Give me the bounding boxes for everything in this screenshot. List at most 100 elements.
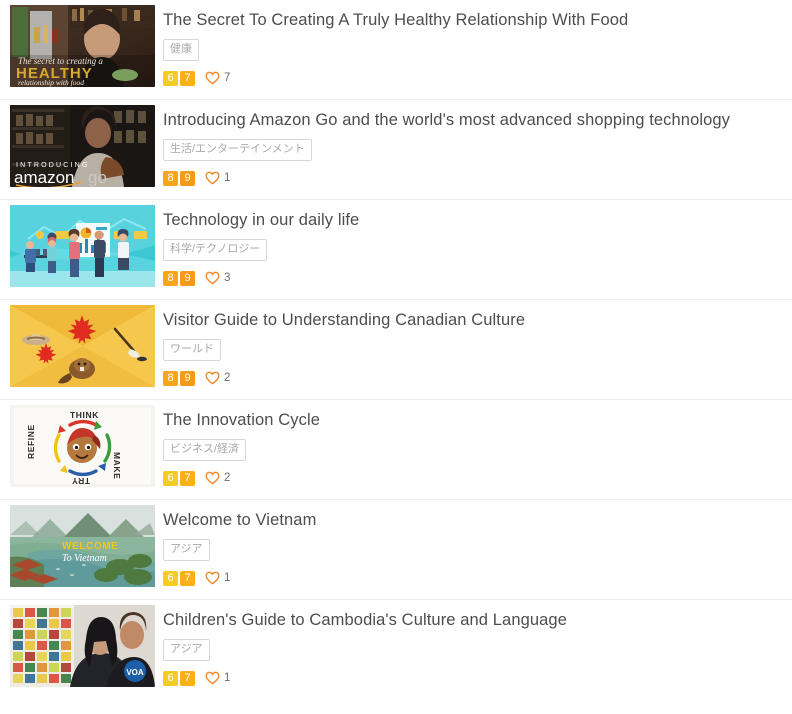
video-list-item[interactable]: INTRODUCING amazon go Introducing Amazon… <box>0 100 792 200</box>
heart-outline-icon <box>205 271 220 285</box>
score-badge-right: 7 <box>180 470 195 486</box>
category-tag[interactable]: ワールド <box>163 339 221 361</box>
video-meta: The Innovation Cycle ビジネス/経済 6 7 2 <box>163 405 792 486</box>
thumbnail-image[interactable] <box>10 305 155 387</box>
stats-row: 6 7 2 <box>163 470 792 486</box>
svg-text:To Vietnam: To Vietnam <box>62 553 107 564</box>
thumbnail-image[interactable]: THINK MAKE TRY REFINE <box>10 405 155 487</box>
heart-outline-icon <box>205 471 220 485</box>
thumbnail-image[interactable]: WELCOME To Vietnam <box>10 505 155 587</box>
video-list-item[interactable]: THINK MAKE TRY REFINE The Innovation Cyc… <box>0 400 792 500</box>
stats-row: 8 9 1 <box>163 170 792 186</box>
score-badge-right: 9 <box>180 370 195 386</box>
video-meta: Introducing Amazon Go and the world's mo… <box>163 105 792 186</box>
amazon-go-thumbnail[interactable]: INTRODUCING amazon go <box>10 105 155 187</box>
like-count: 1 <box>224 172 231 184</box>
svg-text:WELCOME: WELCOME <box>62 541 118 552</box>
video-title[interactable]: Visitor Guide to Understanding Canadian … <box>163 310 792 330</box>
tag-row: 科学/テクノロジー <box>163 239 792 261</box>
svg-text:MAKE: MAKE <box>112 452 122 479</box>
video-list-item[interactable]: Visitor Guide to Understanding Canadian … <box>0 300 792 400</box>
thumbnail-image[interactable]: VOA <box>10 605 155 687</box>
thumbnail-art: THINK MAKE TRY REFINE <box>10 405 155 487</box>
like-group[interactable]: 1 <box>205 171 230 185</box>
video-title[interactable]: Technology in our daily life <box>163 210 792 230</box>
video-title[interactable]: The Innovation Cycle <box>163 410 792 430</box>
like-group[interactable]: 3 <box>205 271 230 285</box>
score-badge-left: 8 <box>163 370 178 386</box>
stats-row: 6 7 1 <box>163 570 792 586</box>
innovation-cycle-thumbnail[interactable]: THINK MAKE TRY REFINE <box>10 405 155 487</box>
like-group[interactable]: 1 <box>205 571 230 585</box>
category-tag[interactable]: 生活/エンターテインメント <box>163 139 312 161</box>
svg-text:amazon: amazon <box>14 168 74 187</box>
category-tag[interactable]: 科学/テクノロジー <box>163 239 268 261</box>
healthy-relationship-with-food-thumbnail[interactable]: The secret to creating a HEALTHY relatio… <box>10 5 155 87</box>
video-list-item[interactable]: VOA Children's Guide to Cambodia's Cultu… <box>0 600 792 700</box>
score-badge-left: 6 <box>163 670 178 686</box>
score-badge-right: 9 <box>180 270 195 286</box>
tag-row: アジア <box>163 539 792 561</box>
thumbnail-art: VOA <box>10 605 155 687</box>
video-list-item[interactable]: WELCOME To Vietnam Welcome to Vietnam アジ… <box>0 500 792 600</box>
video-title[interactable]: Introducing Amazon Go and the world's mo… <box>163 110 792 130</box>
thumbnail-image[interactable] <box>10 205 155 287</box>
score-badge-left: 8 <box>163 170 178 186</box>
video-meta: Technology in our daily life 科学/テクノロジー 8… <box>163 205 792 286</box>
stats-row: 8 9 3 <box>163 270 792 286</box>
video-meta: The Secret To Creating A Truly Healthy R… <box>163 5 792 86</box>
like-group[interactable]: 2 <box>205 471 230 485</box>
tag-row: 健康 <box>163 39 792 61</box>
tag-row: 生活/エンターテインメント <box>163 139 792 161</box>
heart-outline-icon <box>205 371 220 385</box>
canadian-culture-thumbnail[interactable] <box>10 305 155 387</box>
score-badge-left: 6 <box>163 470 178 486</box>
video-title[interactable]: Children's Guide to Cambodia's Culture a… <box>163 610 792 630</box>
like-group[interactable]: 1 <box>205 671 230 685</box>
thumbnail-art: WELCOME To Vietnam <box>10 505 155 587</box>
tag-row: ワールド <box>163 339 792 361</box>
score-badge-left: 8 <box>163 270 178 286</box>
stats-row: 6 7 7 <box>163 70 792 86</box>
score-badge-left: 6 <box>163 570 178 586</box>
video-title[interactable]: Welcome to Vietnam <box>163 510 792 530</box>
like-count: 1 <box>224 672 231 684</box>
category-tag[interactable]: アジア <box>163 539 210 561</box>
video-meta: Visitor Guide to Understanding Canadian … <box>163 305 792 386</box>
thumbnail-art: The secret to creating a HEALTHY relatio… <box>10 5 155 87</box>
category-tag[interactable]: アジア <box>163 639 210 661</box>
video-list-page: The secret to creating a HEALTHY relatio… <box>0 0 792 714</box>
score-badge-left: 6 <box>163 70 178 86</box>
heart-outline-icon <box>205 571 220 585</box>
technology-daily-life-thumbnail[interactable] <box>10 205 155 287</box>
tag-row: ビジネス/経済 <box>163 439 792 461</box>
svg-text:THINK: THINK <box>70 410 99 420</box>
video-list-item[interactable]: Technology in our daily life 科学/テクノロジー 8… <box>0 200 792 300</box>
like-count: 2 <box>224 372 231 384</box>
like-group[interactable]: 7 <box>205 71 230 85</box>
thumbnail-image[interactable]: The secret to creating a HEALTHY relatio… <box>10 5 155 87</box>
heart-outline-icon <box>205 171 220 185</box>
video-title[interactable]: The Secret To Creating A Truly Healthy R… <box>163 10 792 30</box>
category-tag[interactable]: ビジネス/経済 <box>163 439 247 461</box>
thumbnail-art <box>10 305 155 387</box>
like-group[interactable]: 2 <box>205 371 230 385</box>
svg-text:REFINE: REFINE <box>26 424 36 459</box>
video-meta: Welcome to Vietnam アジア 6 7 1 <box>163 505 792 586</box>
video-list-item[interactable]: The secret to creating a HEALTHY relatio… <box>0 0 792 100</box>
heart-outline-icon <box>205 71 220 85</box>
svg-text:relationship with food: relationship with food <box>18 78 84 87</box>
thumbnail-art: INTRODUCING amazon go <box>10 105 155 187</box>
score-badge-right: 7 <box>180 570 195 586</box>
heart-outline-icon <box>205 671 220 685</box>
like-count: 7 <box>224 72 231 84</box>
like-count: 1 <box>224 572 231 584</box>
welcome-to-vietnam-thumbnail[interactable]: WELCOME To Vietnam <box>10 505 155 587</box>
video-list: The secret to creating a HEALTHY relatio… <box>0 0 792 700</box>
cambodia-culture-thumbnail[interactable]: VOA <box>10 605 155 687</box>
video-meta: Children's Guide to Cambodia's Culture a… <box>163 605 792 686</box>
category-tag[interactable]: 健康 <box>163 39 199 61</box>
score-badge-right: 7 <box>180 670 195 686</box>
like-count: 3 <box>224 272 231 284</box>
thumbnail-image[interactable]: INTRODUCING amazon go <box>10 105 155 187</box>
